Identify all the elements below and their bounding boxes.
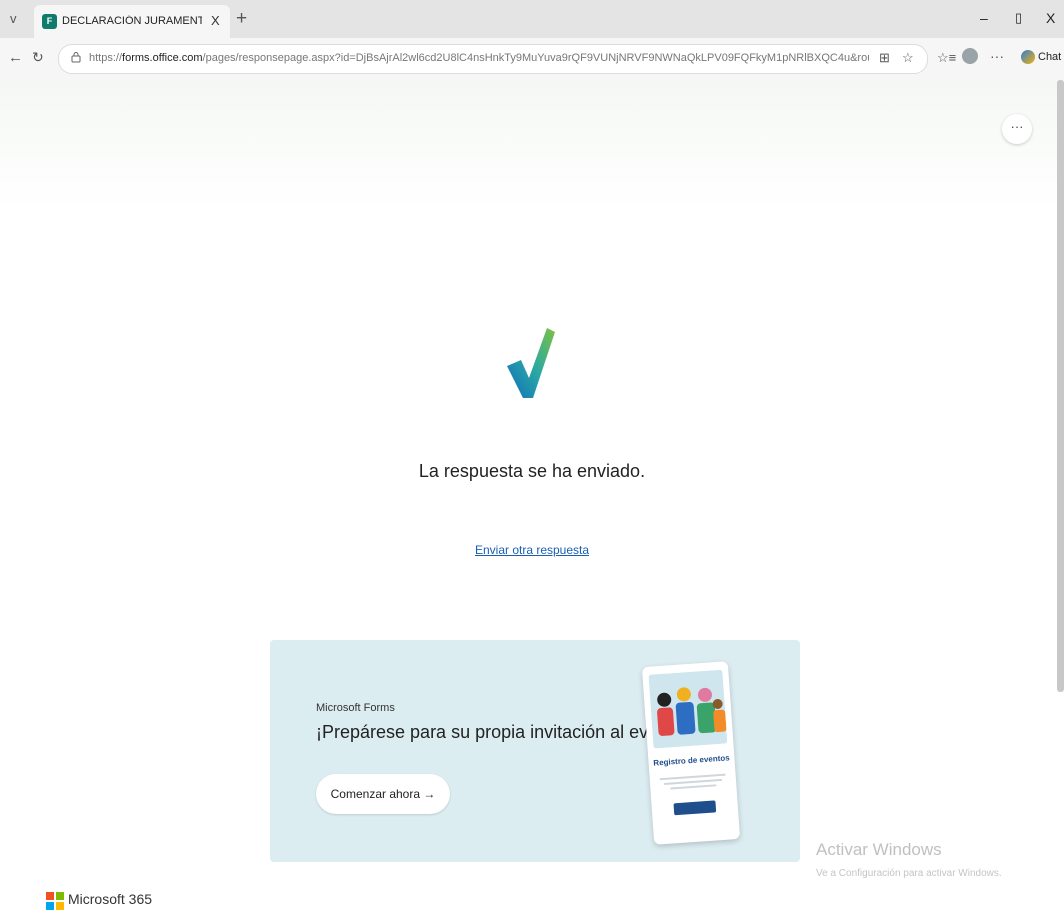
address-bar-row: ← ↻ https://forms.office.com/pages/respo… — [0, 38, 1064, 80]
tab-close-button[interactable]: X — [211, 13, 220, 28]
lock-icon — [71, 51, 81, 66]
start-now-button[interactable]: Comenzar ahora → — [316, 774, 450, 814]
browser-more-button[interactable]: ··· — [990, 48, 1004, 64]
forms-favicon-icon: F — [42, 14, 57, 29]
promo-banner: Microsoft Forms ¡Prepárese para su propi… — [270, 640, 800, 862]
card-text-lines — [659, 773, 726, 790]
url-text: https://forms.office.com/pages/responsep… — [89, 52, 869, 64]
card-title: Registro de eventos — [653, 753, 730, 768]
activate-windows-title: Activar Windows — [816, 840, 942, 859]
favorite-star-icon[interactable]: ☆ — [902, 50, 914, 66]
header-band — [0, 80, 1064, 210]
minimize-button[interactable]: – — [980, 10, 988, 26]
copilot-icon[interactable] — [1021, 50, 1035, 64]
promo-title: ¡Prepárese para su propia invitación al … — [316, 722, 689, 742]
tab-bar: v F DECLARACIÓN JURAMENTADA IN X + – ▯ X — [0, 0, 1064, 38]
response-confirmation-text: La respuesta se ha enviado. — [418, 461, 646, 481]
immersive-reader-icon[interactable]: ⊞ — [879, 50, 890, 66]
page-more-button[interactable]: ··· — [1002, 114, 1032, 144]
favorites-icon[interactable]: ☆≡ — [937, 50, 956, 66]
profile-avatar[interactable] — [962, 48, 978, 64]
promo-brand: Microsoft Forms — [316, 702, 395, 714]
back-button[interactable]: ← — [8, 49, 23, 66]
url-field[interactable]: https://forms.office.com/pages/responsep… — [58, 44, 928, 74]
browser-tab[interactable]: F DECLARACIÓN JURAMENTADA IN X — [34, 5, 230, 38]
reload-button[interactable]: ↻ — [32, 49, 44, 66]
activate-windows-subtitle: Ve a Configuración para activar Windows. — [816, 868, 1002, 879]
maximize-button[interactable]: ▯ — [1015, 10, 1022, 26]
microsoft-365-logo-icon — [46, 892, 64, 910]
microsoft-365-brand: Microsoft 365 — [68, 891, 153, 907]
new-tab-button[interactable]: + — [236, 8, 247, 30]
event-registration-card: Registro de eventos — [641, 661, 741, 845]
window-close-button[interactable]: X — [1046, 10, 1055, 26]
checkmark-icon — [507, 328, 555, 398]
submit-another-response-link[interactable]: Enviar otra respuesta — [0, 543, 1064, 557]
page-scrollbar[interactable] — [1057, 80, 1064, 692]
tab-title: DECLARACIÓN JURAMENTADA IN — [62, 15, 202, 27]
people-illustration-icon — [648, 669, 728, 749]
card-button — [673, 800, 717, 816]
copilot-label[interactable]: Chat — [1038, 51, 1061, 63]
tab-actions-dropdown[interactable]: v — [10, 11, 17, 26]
page-content: ··· La respuesta se ha enviado. Enviar o… — [0, 80, 1064, 922]
